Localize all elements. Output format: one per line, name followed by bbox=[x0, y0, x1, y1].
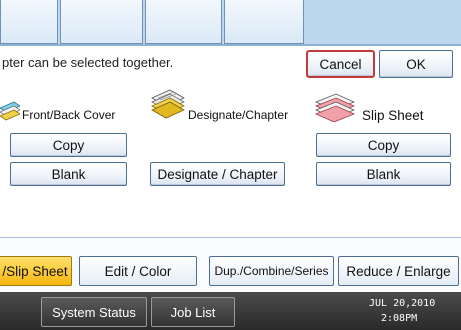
ok-button[interactable]: OK bbox=[379, 50, 453, 78]
tab-slip-sheet[interactable]: /Slip Sheet bbox=[0, 256, 72, 286]
slip-sheet-blank-button[interactable]: Blank bbox=[316, 162, 451, 186]
top-tab[interactable] bbox=[60, 0, 143, 44]
top-tab[interactable] bbox=[145, 0, 222, 44]
tab-reduce-enlarge[interactable]: Reduce / Enlarge bbox=[338, 256, 459, 286]
cancel-button[interactable]: Cancel bbox=[306, 50, 375, 78]
tab-edit-color[interactable]: Edit / Color bbox=[79, 256, 197, 286]
instruction-message: pter can be selected together. bbox=[2, 55, 174, 70]
designate-chapter-icon bbox=[150, 86, 186, 120]
slip-sheet-icon bbox=[314, 92, 356, 123]
front-back-cover-copy-button[interactable]: Copy bbox=[10, 133, 127, 157]
job-list-button[interactable]: Job List bbox=[151, 297, 235, 327]
slip-sheet-copy-button[interactable]: Copy bbox=[316, 133, 451, 157]
top-tab[interactable] bbox=[224, 0, 304, 44]
top-tab[interactable] bbox=[0, 0, 58, 44]
cover-icon bbox=[0, 98, 21, 124]
front-back-cover-blank-button[interactable]: Blank bbox=[10, 162, 127, 186]
designate-chapter-button[interactable]: Designate / Chapter bbox=[150, 162, 285, 186]
category-label-designate-chapter: Designate/Chapter bbox=[188, 108, 289, 122]
category-label-slip-sheet: Slip Sheet bbox=[362, 108, 424, 123]
system-status-button[interactable]: System Status bbox=[41, 297, 147, 327]
tab-dup-combine-series[interactable]: Dup./Combine/Series bbox=[209, 256, 334, 286]
time-display: 2:08PM bbox=[381, 313, 418, 324]
category-label-front-back-cover: Front/Back Cover bbox=[22, 108, 116, 122]
date-display: JUL 20,2010 bbox=[369, 298, 436, 309]
top-tab-strip bbox=[0, 0, 461, 46]
